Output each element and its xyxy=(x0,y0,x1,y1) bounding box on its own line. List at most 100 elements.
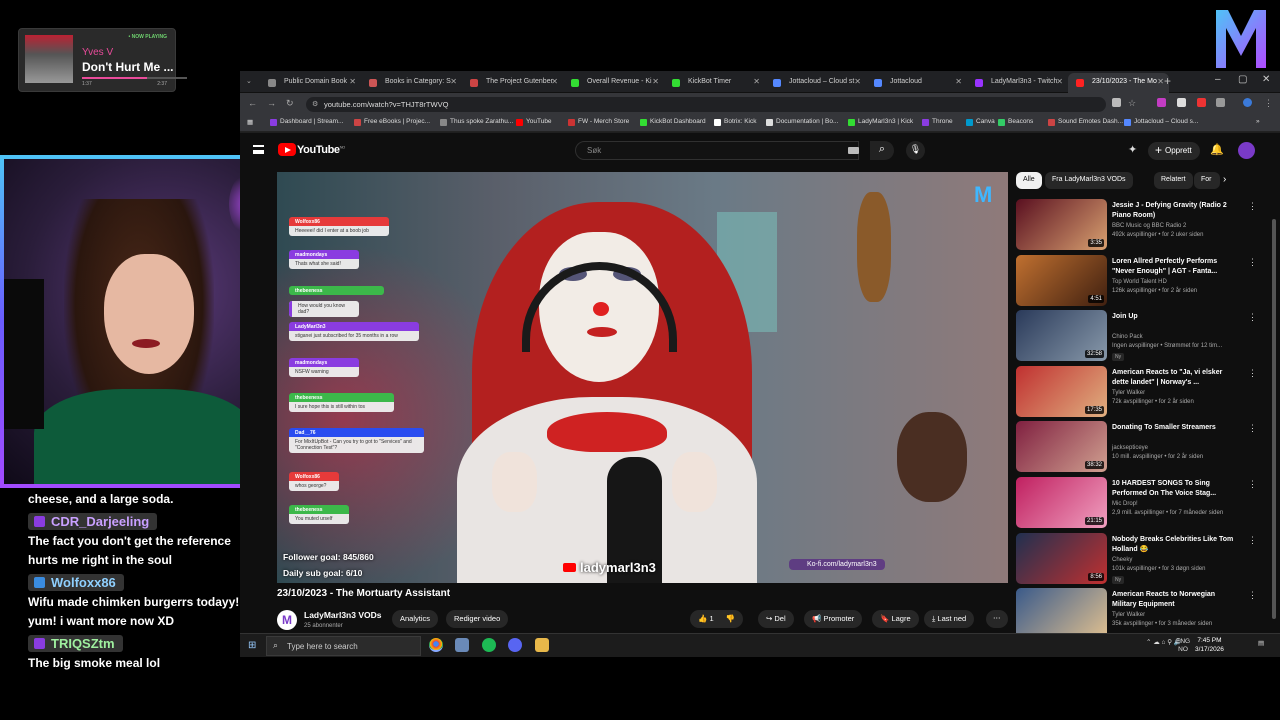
video-thumbnail[interactable]: 38:32 xyxy=(1016,421,1107,473)
browser-tab[interactable]: KickBot Timer ✕ xyxy=(664,73,765,93)
channel-name[interactable]: LadyMarl3n3 VODs xyxy=(304,610,381,620)
more-bookmarks-icon[interactable]: » xyxy=(1256,118,1260,125)
bookmark-item[interactable]: Jottacloud – Cloud s... xyxy=(1124,118,1198,126)
recommended-channel[interactable]: Mic Drop! xyxy=(1112,501,1138,507)
tab-search-icon[interactable]: ⌄ xyxy=(246,77,256,87)
browser-tab[interactable]: Jottacloud ✕ xyxy=(866,73,967,93)
recommended-video[interactable]: 21:15 10 HARDEST SONGS To Sing Performed … xyxy=(1016,477,1266,529)
spotify-icon[interactable] xyxy=(482,638,496,652)
tab-close-icon[interactable]: ✕ xyxy=(854,77,861,86)
analytics-button[interactable]: Analytics xyxy=(392,610,439,628)
browser-tab[interactable]: Jottacloud – Cloud st ✕ xyxy=(765,73,866,93)
recommended-channel[interactable]: Tyler Walker xyxy=(1112,390,1145,396)
more-options-icon[interactable]: ⋮ xyxy=(1248,201,1257,212)
browser-tab[interactable]: The Project Gutenber ✕ xyxy=(462,73,563,93)
like-button[interactable]: 👍 1 👎 xyxy=(690,610,743,628)
tab-close-icon[interactable]: ✕ xyxy=(955,77,962,86)
apps-icon[interactable]: ▦ xyxy=(247,118,253,126)
discord-icon[interactable] xyxy=(508,638,522,652)
forward-icon[interactable]: → xyxy=(267,98,276,108)
thumbs-down-icon[interactable]: 👎 xyxy=(726,614,735,623)
new-tab-button[interactable]: + xyxy=(1164,74,1171,88)
recommended-title[interactable]: 10 HARDEST SONGS To Sing Performed On Th… xyxy=(1112,479,1240,499)
search-input[interactable]: Søk xyxy=(575,141,859,160)
recommended-channel[interactable]: Tyler Walker xyxy=(1112,612,1145,618)
recommended-channel[interactable]: jacksepticeye xyxy=(1112,445,1148,451)
back-icon[interactable]: ← xyxy=(248,98,257,108)
channel-avatar[interactable]: M xyxy=(277,610,297,630)
bookmark-item[interactable]: Throne xyxy=(922,118,953,126)
video-thumbnail[interactable]: 32:58 xyxy=(1016,310,1107,362)
windows-start-icon[interactable]: ⊞ xyxy=(248,640,256,651)
file-explorer-icon[interactable] xyxy=(535,638,549,652)
video-thumbnail[interactable]: 21:15 xyxy=(1016,477,1107,528)
browser-tab[interactable]: 23/10/2023 - The Mo ✕ xyxy=(1068,73,1169,93)
recommended-title[interactable]: Donating To Smaller Streamers xyxy=(1112,423,1240,433)
video-thumbnail[interactable]: 4:51 xyxy=(1016,254,1107,306)
download-button[interactable]: ⤓ Last ned xyxy=(924,610,975,628)
chrome-icon[interactable] xyxy=(429,638,443,652)
reload-icon[interactable]: ↻ xyxy=(286,98,294,109)
keyboard-icon[interactable] xyxy=(848,147,859,154)
minimize-icon[interactable]: – xyxy=(1215,74,1221,85)
tab-close-icon[interactable]: ✕ xyxy=(652,77,659,86)
url-bar[interactable]: ⚙ youtube.com/watch?v=THJT8rTWVQ xyxy=(306,97,1106,112)
bookmark-item[interactable]: KickBot Dashboard xyxy=(640,118,706,126)
more-options-icon[interactable]: ⋮ xyxy=(1248,479,1257,490)
chip-related[interactable]: Relatert xyxy=(1154,172,1193,189)
recommended-channel[interactable]: Chino Pack xyxy=(1112,334,1143,340)
promote-button[interactable]: 📢 Promoter xyxy=(804,610,863,628)
video-thumbnail[interactable] xyxy=(1016,588,1107,640)
chevron-right-icon[interactable]: › xyxy=(1223,174,1226,185)
profile-icon[interactable] xyxy=(1243,98,1252,107)
recommended-channel[interactable]: Top World Talent HD xyxy=(1112,279,1167,285)
recommended-video[interactable]: 38:32 Donating To Smaller Streamers jackse… xyxy=(1016,421,1266,473)
recommended-video[interactable]: 17:35 American Reacts to "Ja, vi elsker d… xyxy=(1016,365,1266,418)
bookmark-star-icon[interactable]: ☆ xyxy=(1128,98,1136,109)
bookmark-item[interactable]: Canva xyxy=(966,118,995,126)
recommended-title[interactable]: Nobody Breaks Celebrities Like Tom Holla… xyxy=(1112,535,1240,555)
tab-close-icon[interactable]: ✕ xyxy=(1157,77,1164,86)
menu-icon[interactable]: ⋮ xyxy=(1264,98,1273,109)
pin-icon[interactable]: ✦ xyxy=(1128,143,1137,156)
recommended-video[interactable]: 3:35 Jessie J - Defying Gravity (Radio 2 … xyxy=(1016,199,1266,251)
extension-icon[interactable] xyxy=(1157,98,1166,107)
extension-icon[interactable] xyxy=(1197,98,1206,107)
browser-tab[interactable]: Public Domain Book ✕ xyxy=(260,73,361,93)
recommended-title[interactable]: American Reacts to Norwegian Military Eq… xyxy=(1112,590,1240,610)
share-button[interactable]: ↪ Del xyxy=(758,610,794,628)
bookmark-item[interactable]: Free eBooks | Projec... xyxy=(354,118,430,126)
more-options-icon[interactable]: ⋮ xyxy=(1248,312,1257,323)
recommended-video[interactable]: 32:58 Join Up Chino Pack Ingen avspillinger… xyxy=(1016,310,1266,362)
taskbar-search-input[interactable]: ⌕ Type here to search xyxy=(266,636,421,656)
bookmark-item[interactable]: Thus spoke Zarathu... xyxy=(440,118,513,126)
more-options-icon[interactable]: ⋮ xyxy=(1248,423,1257,434)
bookmark-item[interactable]: FW - Merch Store xyxy=(568,118,629,126)
video-thumbnail[interactable]: 17:35 xyxy=(1016,365,1107,417)
video-thumbnail[interactable]: 3:35 xyxy=(1016,199,1107,250)
recommended-title[interactable]: Loren Allred Perfectly Performs "Never E… xyxy=(1112,257,1240,277)
more-options-icon[interactable]: ⋮ xyxy=(1248,535,1257,546)
chip-all[interactable]: Alle xyxy=(1016,172,1042,189)
bookmark-item[interactable]: Sound Emotes Dash... xyxy=(1048,118,1123,126)
bookmark-item[interactable]: YouTube xyxy=(516,118,552,126)
more-options-icon[interactable]: ⋮ xyxy=(1248,590,1257,601)
account-avatar[interactable] xyxy=(1238,142,1255,159)
install-icon[interactable] xyxy=(1112,98,1121,107)
bookmark-item[interactable]: Beacons xyxy=(998,118,1033,126)
more-options-icon[interactable]: ⋮ xyxy=(1248,368,1257,379)
tab-close-icon[interactable]: ✕ xyxy=(450,77,457,86)
tab-close-icon[interactable]: ✕ xyxy=(1056,77,1063,86)
close-icon[interactable]: ✕ xyxy=(1262,74,1270,85)
notification-icon[interactable]: ▤ xyxy=(1258,639,1264,647)
bookmark-item[interactable]: LadyMarl3n3 | Kick xyxy=(848,118,913,126)
youtube-brand[interactable]: YouTubeNO xyxy=(297,144,345,156)
chip-for-you[interactable]: For xyxy=(1194,172,1220,189)
bookmark-item[interactable]: Dashboard | Stream... xyxy=(270,118,343,126)
extension-icon[interactable] xyxy=(1177,98,1186,107)
app-icon[interactable] xyxy=(455,638,469,652)
hamburger-menu-icon[interactable] xyxy=(253,145,264,154)
video-player[interactable]: M Wolfoxx86 Heeeeei! did I enter at a boo… xyxy=(277,172,1008,583)
notifications-bell-icon[interactable]: 🔔 xyxy=(1210,143,1224,156)
search-button[interactable]: ⌕ xyxy=(870,141,894,160)
